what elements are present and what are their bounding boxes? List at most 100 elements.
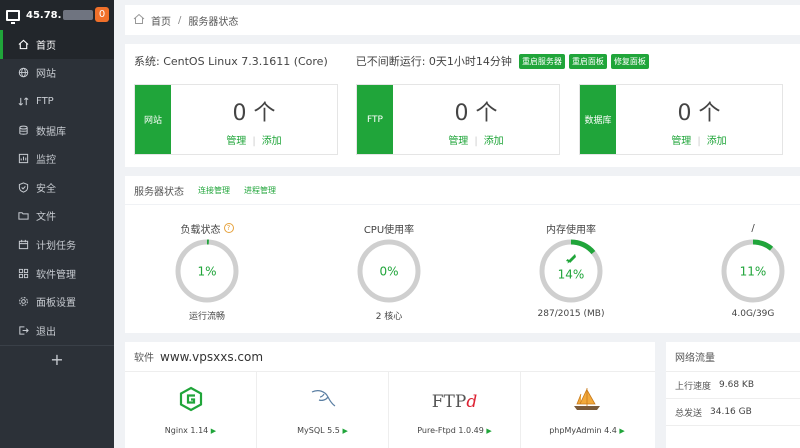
restart-panel-button[interactable]: 重启面板 bbox=[568, 53, 607, 69]
gauge-ring: 11% bbox=[721, 239, 785, 303]
card-count: 0 个 bbox=[232, 101, 276, 126]
sidebar-item-database[interactable]: 数据库 bbox=[0, 116, 114, 145]
gauge-value: 14% bbox=[558, 268, 585, 282]
add-link[interactable]: 添加 bbox=[484, 136, 504, 147]
sidebar-item-website[interactable]: 网站 bbox=[0, 59, 114, 88]
restart-server-button[interactable]: 重启服务器 bbox=[518, 53, 565, 69]
sidebar-item-label: 面板设置 bbox=[36, 298, 76, 310]
gauge-value: 0% bbox=[379, 265, 398, 279]
software-phpmyadmin[interactable]: phpMyAdmin 4.4 ▶ bbox=[521, 372, 653, 448]
sidebar-item-label: 首页 bbox=[36, 40, 56, 52]
software-panel: 软件 www.vpsxxs.com Nginx 1.14 ▶ MySQL 5.5… bbox=[125, 342, 655, 448]
connection-manage-link[interactable]: 连接管理 bbox=[198, 185, 230, 196]
sidebar-item-label: 监控 bbox=[36, 155, 56, 167]
software-name: phpMyAdmin 4.4 ▶ bbox=[521, 426, 653, 435]
sidebar-item-label: 软件管理 bbox=[36, 269, 76, 281]
divider: | bbox=[474, 136, 478, 147]
sidebar-item-home[interactable]: 首页 bbox=[0, 30, 114, 59]
sidebar-item-ftp[interactable]: FTP bbox=[0, 87, 114, 116]
sidebar-item-cron[interactable]: 计划任务 bbox=[0, 230, 114, 259]
globe-icon bbox=[18, 67, 29, 78]
gauge-ring: 1% bbox=[175, 239, 239, 303]
sidebar-item-label: 退出 bbox=[36, 326, 56, 338]
card-tag: FTP bbox=[357, 85, 393, 154]
status-title: 服务器状态 bbox=[134, 186, 184, 198]
manage-link[interactable]: 管理 bbox=[671, 136, 691, 147]
home-icon[interactable] bbox=[133, 13, 151, 28]
monitor-icon bbox=[6, 9, 20, 24]
breadcrumb-home[interactable]: 首页 bbox=[151, 13, 171, 28]
network-value: 34.16 GB bbox=[710, 407, 752, 417]
gauge-title: 负载状态? bbox=[137, 221, 277, 236]
server-header: 45.78. 0 bbox=[0, 0, 114, 30]
disk-gauge: / 11% 4.0G/39G bbox=[683, 221, 800, 319]
add-link[interactable]: 添加 bbox=[262, 136, 282, 147]
divider: | bbox=[697, 136, 701, 147]
folder-icon bbox=[18, 210, 29, 221]
sidebar-item-settings[interactable]: 面板设置 bbox=[0, 287, 114, 316]
sidebar-item-software[interactable]: 软件管理 bbox=[0, 259, 114, 288]
sidebar-menu: 首页 网站 FTP 数据库 监控 安全 文件 计划任务 软件管理 面板设置 退出 bbox=[0, 30, 114, 345]
gauge-sub: 2 核心 bbox=[375, 312, 403, 322]
card-actions: 管理 | 添加 bbox=[393, 132, 559, 147]
notification-badge[interactable]: 0 bbox=[95, 7, 109, 22]
help-icon[interactable]: ? bbox=[223, 223, 234, 233]
play-icon[interactable]: ▶ bbox=[211, 427, 216, 435]
repair-panel-button[interactable]: 修复面板 bbox=[610, 53, 649, 69]
sidebar-item-label: 数据库 bbox=[36, 126, 66, 138]
network-label: 总发送 bbox=[675, 408, 703, 419]
grid-icon bbox=[18, 268, 29, 279]
process-manage-link[interactable]: 进程管理 bbox=[244, 185, 276, 196]
gauge-sub: 4.0G/39G bbox=[731, 309, 775, 319]
card-count: 0 个 bbox=[454, 101, 498, 126]
network-value: 9.68 KB bbox=[719, 380, 754, 390]
gauge-ring[interactable]: 14% bbox=[538, 238, 604, 304]
status-gauges: 负载状态? 1% 运行流畅 CPU使用率 0% 2 核心 内存使用率 14% 2… bbox=[125, 205, 800, 333]
network-panel: 网络流量 上行速度 9.68 KB 总发送 34.16 GB bbox=[666, 342, 800, 448]
sidebar-item-label: FTP bbox=[36, 95, 54, 107]
divider: | bbox=[252, 136, 256, 147]
play-icon[interactable]: ▶ bbox=[619, 427, 624, 435]
calendar-icon bbox=[18, 239, 29, 250]
gauge-value: 11% bbox=[740, 265, 767, 279]
logout-icon bbox=[18, 325, 29, 336]
ftp-icon bbox=[18, 96, 29, 107]
database-icon bbox=[18, 125, 29, 136]
cpu-gauge: CPU使用率 0% 2 核心 bbox=[319, 221, 459, 322]
status-header: 服务器状态 连接管理 进程管理 bbox=[125, 176, 800, 204]
play-icon[interactable]: ▶ bbox=[342, 427, 347, 435]
software-name-text: Pure-Ftpd 1.0.49 bbox=[417, 426, 484, 435]
ip-redaction bbox=[63, 10, 94, 20]
load-gauge: 负载状态? 1% 运行流畅 bbox=[137, 221, 277, 322]
system-info: 系统: CentOS Linux 7.3.1611 (Core) 已不间断运行:… bbox=[134, 53, 649, 69]
sidebar-item-monitor[interactable]: 监控 bbox=[0, 144, 114, 173]
gauge-title: / bbox=[751, 222, 755, 234]
nginx-icon bbox=[125, 372, 256, 412]
sidebar-item-logout[interactable]: 退出 bbox=[0, 316, 114, 345]
gauge-title: CPU使用率 bbox=[363, 224, 415, 236]
sidebar-item-files[interactable]: 文件 bbox=[0, 202, 114, 231]
card-tag: 数据库 bbox=[580, 85, 616, 154]
add-link[interactable]: 添加 bbox=[707, 136, 727, 147]
watermark-text: www.vpsxxs.com bbox=[160, 349, 264, 364]
manage-link[interactable]: 管理 bbox=[226, 136, 246, 147]
sidebar-item-security[interactable]: 安全 bbox=[0, 173, 114, 202]
gear-icon bbox=[18, 296, 29, 307]
breadcrumb-separator: / bbox=[178, 14, 182, 26]
database-stat-card: 数据库 0 个 管理 | 添加 bbox=[579, 84, 783, 155]
ftpd-logo-suffix: d bbox=[466, 392, 478, 412]
sidebar-add-button[interactable]: + bbox=[0, 344, 114, 373]
website-stat-card: 网站 0 个 管理 | 添加 bbox=[134, 84, 338, 155]
play-icon[interactable]: ▶ bbox=[486, 427, 491, 435]
software-pureftpd[interactable]: FTP d Pure-Ftpd 1.0.49 ▶ bbox=[389, 372, 521, 448]
gauge-title: 内存使用率 bbox=[546, 224, 596, 236]
software-nginx[interactable]: Nginx 1.14 ▶ bbox=[125, 372, 257, 448]
manage-link[interactable]: 管理 bbox=[448, 136, 468, 147]
software-name-text: phpMyAdmin 4.4 bbox=[549, 426, 617, 435]
gauge-sub: 运行流畅 bbox=[188, 312, 225, 322]
phpmyadmin-sailboat-icon bbox=[521, 372, 653, 412]
software-title: 软件 bbox=[134, 353, 154, 364]
software-mysql[interactable]: MySQL 5.5 ▶ bbox=[257, 372, 389, 448]
ftpd-logo-text: FTP bbox=[431, 392, 467, 412]
ftp-stat-card: FTP 0 个 管理 | 添加 bbox=[356, 84, 560, 155]
